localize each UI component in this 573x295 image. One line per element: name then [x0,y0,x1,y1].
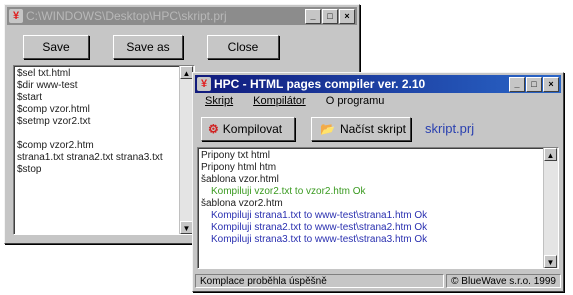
kompilovat-label: Kompilovat [222,122,283,136]
script-line: $dir www-test [17,80,78,91]
compiler-title-bar: ¥ HPC - HTML pages compiler ver. 2.10 _ … [195,75,561,93]
compile-icon: ⚙ [208,122,219,136]
script-line: strana1.txt strana2.txt strana3.txt [17,152,163,163]
compiler-window-title: HPC - HTML pages compiler ver. 2.10 [214,77,426,91]
output-line: Kompiluji vzor2.txt to vzor2.htm Ok [211,186,366,197]
open-folder-icon: 📂 [320,122,335,136]
app-icon: ¥ [197,77,211,91]
script-line: $sel txt.html [17,68,71,79]
script-line: $start [17,92,43,103]
kompilovat-button[interactable]: ⚙ Kompilovat [201,117,295,141]
close-window-button[interactable]: × [339,8,355,24]
menu-kompilator[interactable]: Kompilátor [243,95,316,107]
status-copyright: © BlueWave s.r.o. 1999 [446,274,561,288]
scroll-down-arrow-icon[interactable]: ▼ [544,255,557,268]
compile-output: Pripony txt html Pripony html htm šablona … [197,147,559,269]
output-line: Kompiluji strana1.txt to www-test\strana… [211,210,428,221]
output-line: šablona vzor2.htm [201,198,283,209]
script-line: $stop [17,164,42,175]
minimize-button[interactable]: _ [509,76,525,92]
script-line: $comp vzor.html [17,104,90,115]
app-icon: ¥ [9,9,23,23]
maximize-button[interactable]: □ [322,8,338,24]
minimize-button[interactable]: _ [305,8,321,24]
save-button[interactable]: Save [23,35,89,59]
scroll-up-arrow-icon[interactable]: ▲ [544,148,557,161]
menu-o-programu[interactable]: O programu [316,95,395,107]
output-line: šablona vzor.html [201,174,279,185]
status-bar: Komplace proběhla úspěšně © BlueWave s.r… [195,273,561,289]
output-line: Pripony html htm [201,162,277,173]
output-line: Pripony txt html [201,150,270,161]
menu-skript[interactable]: Skript [195,95,243,107]
nacist-skript-button[interactable]: 📂 Načíst skript [311,117,411,141]
status-message: Komplace proběhla úspěšně [195,274,445,288]
script-editor[interactable]: $sel txt.html $dir www-test $start $comp vz… [13,65,195,235]
output-line: Kompiluji strana3.txt to www-test\strana… [211,234,428,245]
nacist-skript-label: Načíst skript [339,122,406,136]
editor-title-bar: ¥ C:\WINDOWS\Desktop\HPC\skript.prj _ □ … [7,7,357,25]
close-button[interactable]: Close [207,35,279,59]
save-as-button[interactable]: Save as [113,35,183,59]
output-line: Kompiluji strana2.txt to www-test\strana… [211,222,428,233]
output-scrollbar[interactable]: ▲ ▼ [543,148,558,268]
script-filename: skript.prj [425,121,475,136]
script-line: $setmp vzor2.txt [17,116,91,127]
script-line: $comp vzor2.htm [17,140,94,151]
compiler-window: ¥ HPC - HTML pages compiler ver. 2.10 _ … [192,72,564,292]
menu-bar: Skript Kompilátor O programu [195,95,394,107]
editor-window-title: C:\WINDOWS\Desktop\HPC\skript.prj [26,9,227,23]
script-line [17,128,192,140]
close-window-button[interactable]: × [543,76,559,92]
maximize-button[interactable]: □ [526,76,542,92]
